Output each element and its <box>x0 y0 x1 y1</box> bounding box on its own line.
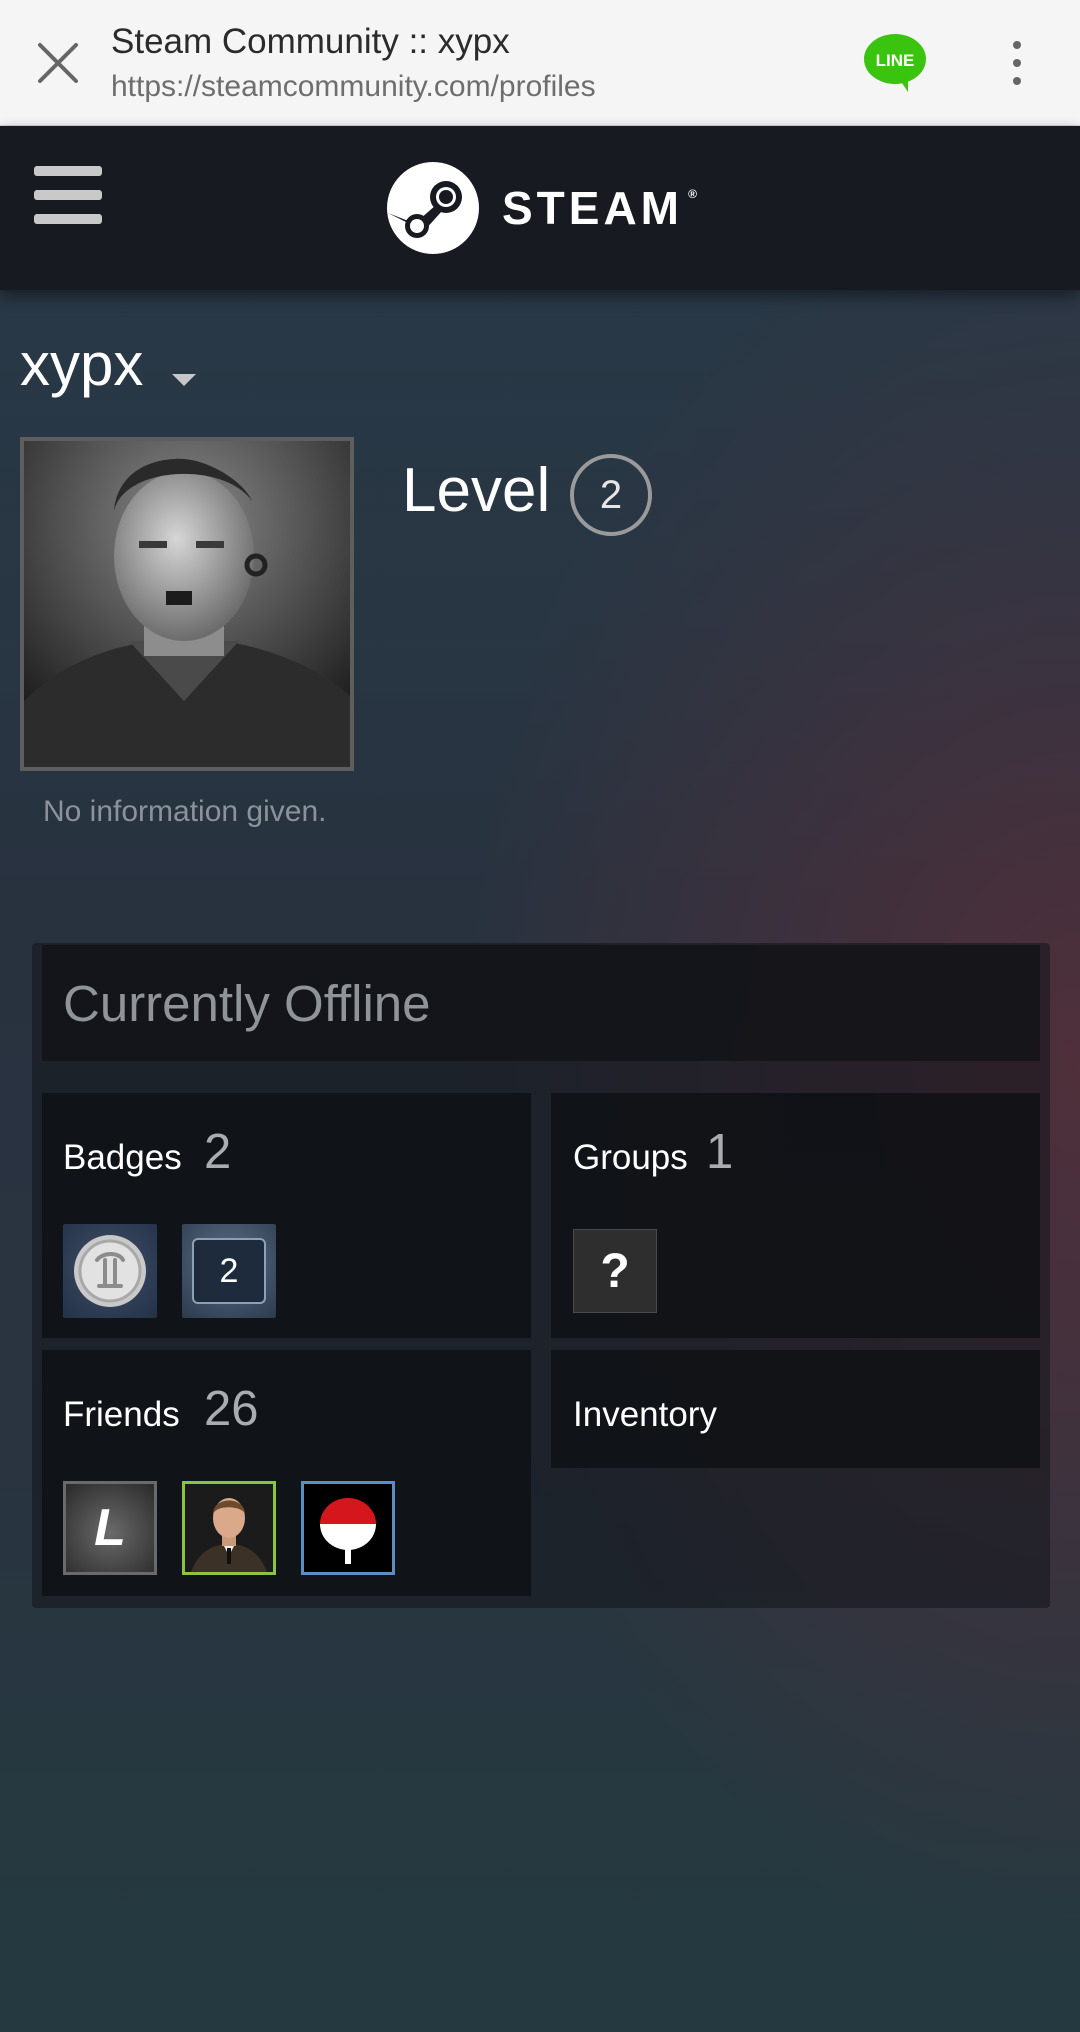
badge-level-number: 2 <box>192 1238 266 1304</box>
browser-url[interactable]: https://steamcommunity.com/profiles <box>111 70 596 104</box>
avatar-portrait-image <box>24 441 350 767</box>
badge-level-icon[interactable]: 2 <box>182 1224 276 1318</box>
browser-toolbar: Steam Community :: xypx https://steamcom… <box>0 0 1080 126</box>
online-status-text: Currently Offline <box>63 975 431 1032</box>
browser-page-title: Steam Community :: xypx <box>111 22 510 61</box>
steam-header: STEAM ® <box>0 126 1080 290</box>
friends-label: Friends <box>63 1395 180 1434</box>
friend-avatar-letter: L <box>94 1499 126 1557</box>
registered-mark: ® <box>688 187 697 201</box>
steam-wordmark: STEAM ® <box>502 181 697 235</box>
level-label: Level <box>402 456 551 525</box>
groups-label: Groups <box>573 1138 688 1177</box>
friend-avatar-online[interactable] <box>301 1481 395 1575</box>
steam-brand-text: STEAM <box>502 182 683 234</box>
persona-dropdown-caret-icon[interactable] <box>172 374 196 386</box>
groups-count: 1 <box>706 1125 734 1179</box>
persona-name[interactable]: xypx <box>20 330 143 399</box>
line-share-icon[interactable]: LINE <box>862 32 928 94</box>
inventory-label: Inventory <box>573 1395 717 1434</box>
badges-count: 2 <box>204 1125 232 1179</box>
steam-logo[interactable]: STEAM ® <box>386 160 697 256</box>
badge-coin-icon[interactable] <box>63 1224 157 1318</box>
steam-logo-icon <box>387 162 479 254</box>
friend-avatar-offline[interactable]: L <box>63 1481 157 1575</box>
close-icon[interactable] <box>30 38 86 88</box>
friend-avatar-ingame[interactable] <box>182 1481 276 1575</box>
line-badge-text: LINE <box>876 51 915 70</box>
avatar <box>20 437 354 771</box>
hamburger-menu-icon[interactable] <box>34 166 102 224</box>
friends-count: 26 <box>204 1382 259 1436</box>
badges-label: Badges <box>63 1138 182 1177</box>
profile-summary: No information given. <box>43 795 327 828</box>
overflow-menu-icon[interactable] <box>1002 36 1032 90</box>
level-badge[interactable]: 2 <box>570 454 652 536</box>
group-placeholder-icon[interactable]: ? <box>573 1229 657 1313</box>
